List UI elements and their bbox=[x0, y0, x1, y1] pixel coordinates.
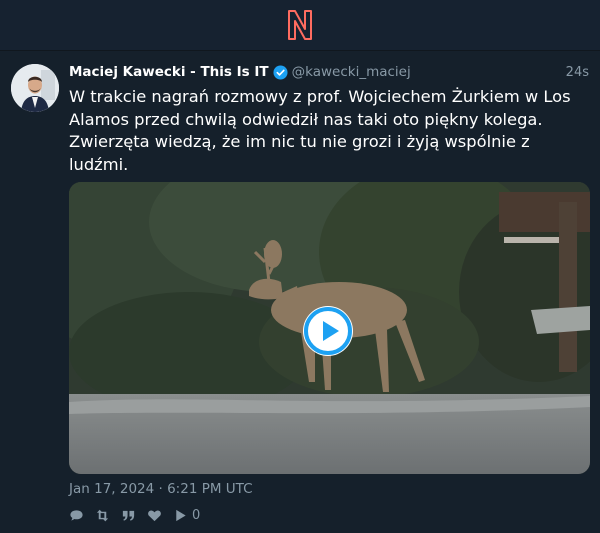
likes-stat[interactable] bbox=[147, 508, 162, 523]
author-handle[interactable]: @kawecki_maciej bbox=[292, 64, 411, 80]
play-count-icon bbox=[176, 509, 186, 521]
views-stat[interactable]: 0 bbox=[173, 508, 200, 523]
retweet-icon bbox=[96, 509, 109, 521]
retweets-stat[interactable] bbox=[95, 508, 110, 523]
tweet-relative-time[interactable]: 24s bbox=[566, 65, 589, 80]
views-count: 0 bbox=[192, 507, 201, 523]
play-button[interactable] bbox=[303, 306, 353, 356]
quotes-stat[interactable] bbox=[121, 508, 136, 523]
author-display-name[interactable]: Maciej Kawecki - This Is IT bbox=[69, 64, 269, 80]
tweet-header: Maciej Kawecki - This Is IT @kawecki_mac… bbox=[69, 62, 589, 82]
app-header bbox=[0, 0, 600, 51]
play-icon bbox=[304, 307, 352, 355]
tweet-text: W trakcie nagrań rozmowy z prof. Wojciec… bbox=[69, 87, 571, 174]
avatar[interactable] bbox=[11, 64, 59, 112]
video-player[interactable] bbox=[69, 182, 590, 474]
tweet-stats: 0 bbox=[69, 506, 211, 524]
verified-badge-icon bbox=[273, 64, 288, 80]
nitter-logo-icon[interactable] bbox=[286, 9, 314, 41]
tweet[interactable]: Maciej Kawecki - This Is IT @kawecki_mac… bbox=[0, 51, 600, 533]
replies-stat[interactable] bbox=[69, 508, 84, 523]
tweet-timestamp[interactable]: Jan 17, 2024 · 6:21 PM UTC bbox=[69, 481, 253, 497]
comment-icon bbox=[70, 509, 83, 521]
quote-icon bbox=[122, 510, 135, 521]
heart-icon bbox=[148, 509, 161, 521]
